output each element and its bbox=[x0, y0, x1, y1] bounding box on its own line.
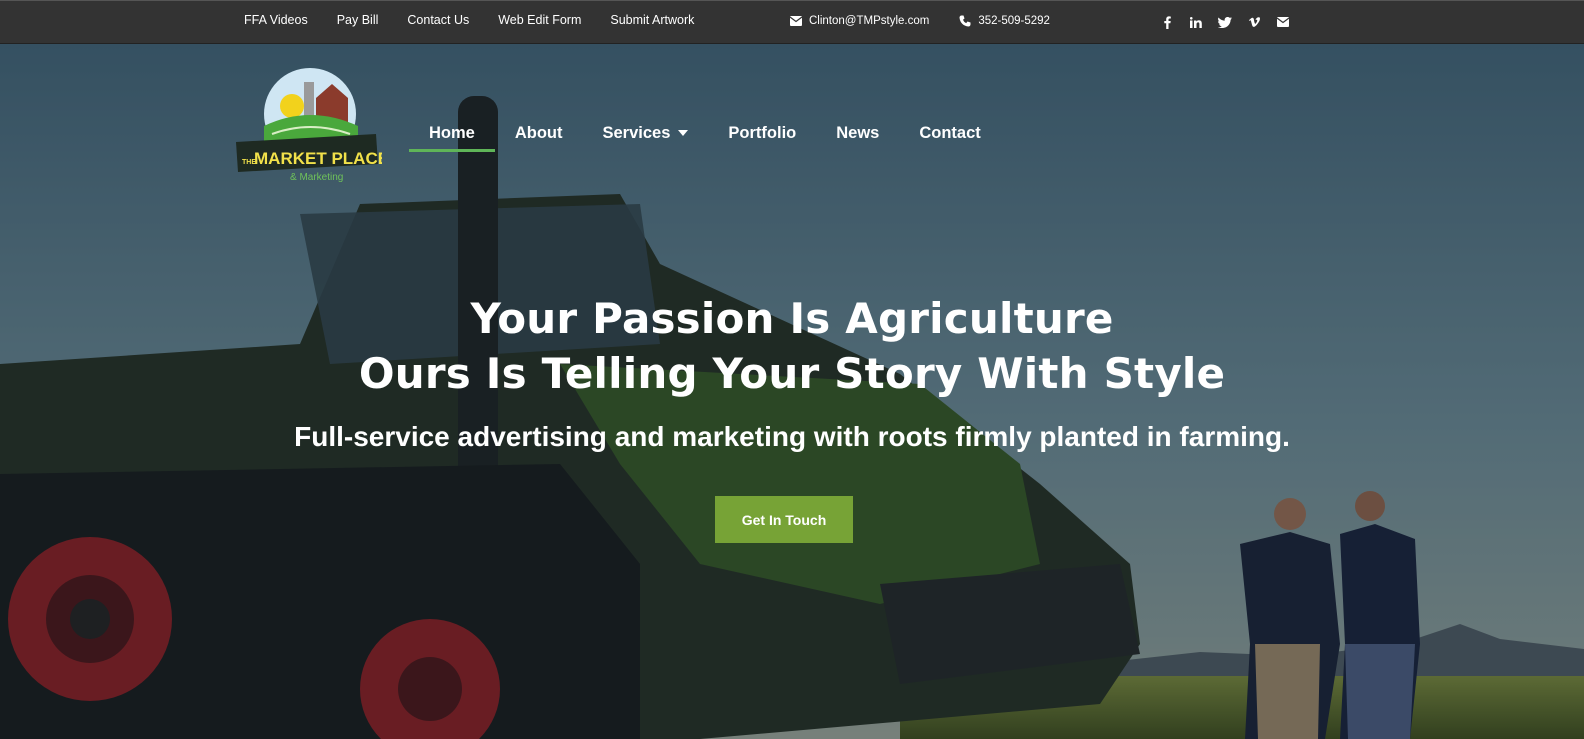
vimeo-icon[interactable] bbox=[1247, 14, 1261, 30]
top-link-ffa-videos[interactable]: FFA Videos bbox=[244, 13, 308, 27]
nav-item-services[interactable]: Services bbox=[583, 116, 709, 150]
contact-info: Clinton@TMPstyle.com 352-509-5292 bbox=[790, 15, 1080, 27]
hero-headline-line-1: Your Passion Is Agriculture bbox=[470, 294, 1114, 343]
hero-headline-line-2: Ours Is Telling Your Story With Style bbox=[358, 349, 1226, 398]
logo-tagline-text: & Marketing bbox=[290, 172, 343, 183]
nav-item-contact[interactable]: Contact bbox=[899, 116, 1000, 150]
email-text: Clinton@TMPstyle.com bbox=[809, 15, 930, 27]
phone-text: 352-509-5292 bbox=[978, 15, 1050, 27]
facebook-icon[interactable] bbox=[1160, 14, 1174, 30]
envelope-icon bbox=[790, 16, 802, 26]
phone-icon bbox=[959, 15, 971, 27]
nav-label-services: Services bbox=[602, 123, 671, 142]
logo-name-text: MARKET PLACE bbox=[254, 149, 382, 168]
email-contact[interactable]: Clinton@TMPstyle.com bbox=[790, 15, 929, 27]
social-links bbox=[1160, 14, 1305, 30]
top-link-submit-artwork[interactable]: Submit Artwork bbox=[610, 13, 694, 27]
nav-label-portfolio: Portfolio bbox=[728, 123, 797, 142]
get-in-touch-button[interactable]: Get In Touch bbox=[715, 496, 853, 543]
main-nav: Home About Services Portfolio News Conta… bbox=[409, 116, 1001, 152]
top-link-pay-bill[interactable]: Pay Bill bbox=[337, 13, 379, 27]
nav-item-home[interactable]: Home bbox=[409, 116, 495, 152]
nav-label-news: News bbox=[836, 123, 880, 142]
nav-item-news[interactable]: News bbox=[816, 116, 899, 150]
phone-contact[interactable]: 352-509-5292 bbox=[959, 15, 1050, 27]
top-link-contact-us[interactable]: Contact Us bbox=[407, 13, 469, 27]
envelope-icon[interactable] bbox=[1276, 14, 1290, 30]
top-bar: FFA Videos Pay Bill Contact Us Web Edit … bbox=[0, 0, 1584, 44]
hero-subheadline: Full-service advertising and marketing w… bbox=[294, 421, 1290, 452]
nav-label-contact: Contact bbox=[919, 123, 981, 142]
nav-label-about: About bbox=[514, 123, 563, 142]
linkedin-icon[interactable] bbox=[1189, 14, 1203, 30]
nav-item-portfolio[interactable]: Portfolio bbox=[708, 116, 816, 150]
nav-label-home: Home bbox=[429, 123, 475, 142]
twitter-icon[interactable] bbox=[1218, 14, 1232, 30]
top-links: FFA Videos Pay Bill Contact Us Web Edit … bbox=[244, 13, 723, 27]
market-place-logo[interactable]: THE MARKET PLACE & Marketing bbox=[232, 68, 382, 186]
nav-item-about[interactable]: About bbox=[495, 116, 583, 150]
top-link-web-edit-form[interactable]: Web Edit Form bbox=[498, 13, 581, 27]
caret-down-icon bbox=[678, 130, 689, 136]
